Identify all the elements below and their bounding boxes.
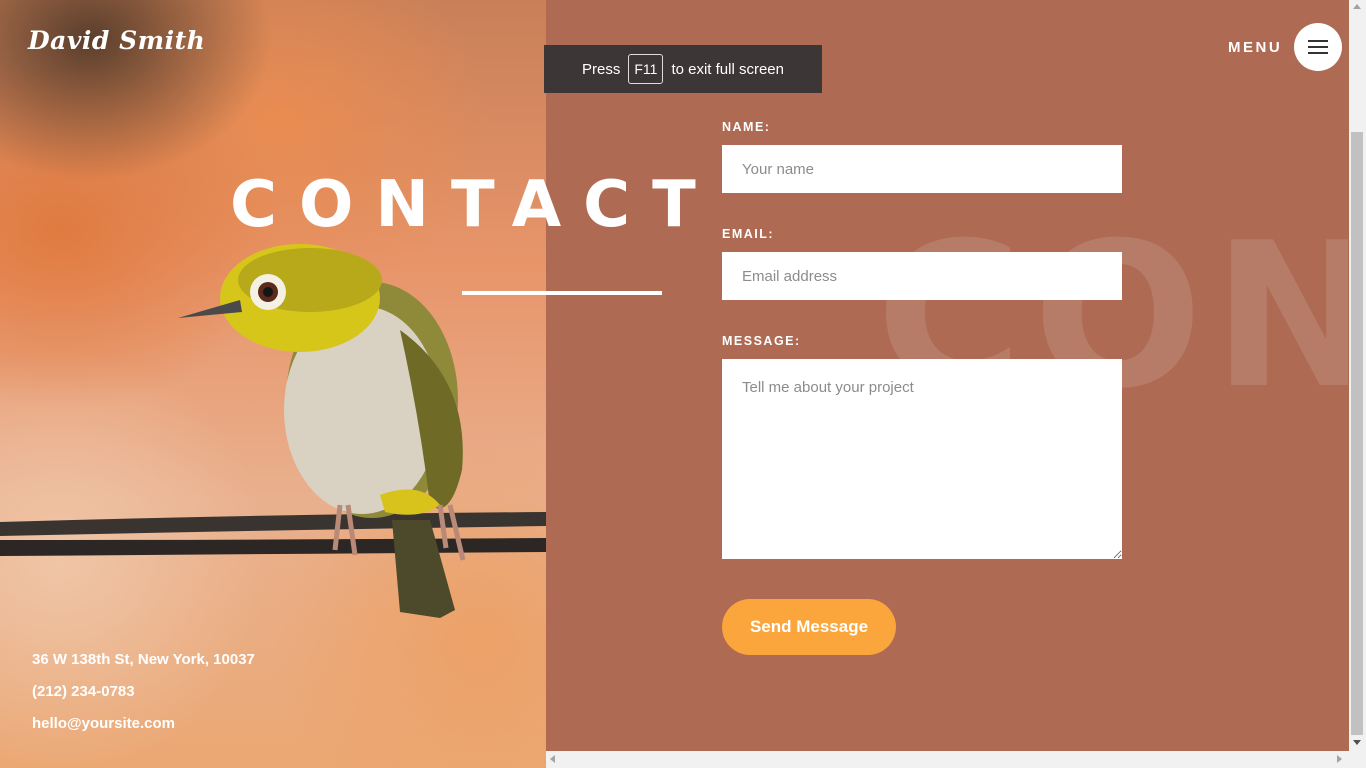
scroll-down-arrow-icon[interactable] [1353, 740, 1361, 745]
title-underline [462, 291, 662, 295]
message-textarea[interactable] [722, 359, 1122, 559]
vertical-scrollbar[interactable] [1349, 0, 1366, 751]
hamburger-icon-line [1308, 46, 1328, 48]
email-text[interactable]: hello@yoursite.com [32, 714, 255, 746]
email-label: EMAIL: [722, 227, 775, 241]
site-logo[interactable]: David Smith [28, 26, 205, 55]
phone-text[interactable]: (212) 234-0783 [32, 682, 255, 714]
notice-suffix: to exit full screen [671, 60, 784, 78]
page-title: CONTACT [230, 168, 718, 242]
address-text: 36 W 138th St, New York, 10037 [32, 651, 255, 668]
scroll-left-arrow-icon[interactable] [550, 755, 555, 763]
send-message-button[interactable]: Send Message [722, 599, 896, 655]
menu-label[interactable]: MENU [1228, 39, 1282, 56]
email-input[interactable] [722, 252, 1122, 300]
message-label: MESSAGE: [722, 334, 801, 348]
scroll-right-arrow-icon[interactable] [1337, 755, 1342, 763]
name-label: NAME: [722, 120, 771, 134]
contact-form: NAME: EMAIL: MESSAGE: Send Message [722, 120, 1122, 655]
name-input[interactable] [722, 145, 1122, 193]
horizontal-scrollbar[interactable] [546, 751, 1366, 768]
hamburger-icon [1308, 40, 1328, 42]
vertical-scroll-thumb[interactable] [1351, 132, 1363, 735]
contact-info: 36 W 138th St, New York, 10037 (212) 234… [32, 650, 255, 746]
menu-button[interactable] [1294, 23, 1342, 71]
hamburger-icon-line [1308, 52, 1328, 54]
fullscreen-notice: Press F11 to exit full screen [544, 45, 822, 93]
notice-prefix: Press [582, 60, 621, 78]
f11-key-badge: F11 [628, 54, 664, 84]
scroll-up-arrow-icon[interactable] [1353, 4, 1361, 9]
